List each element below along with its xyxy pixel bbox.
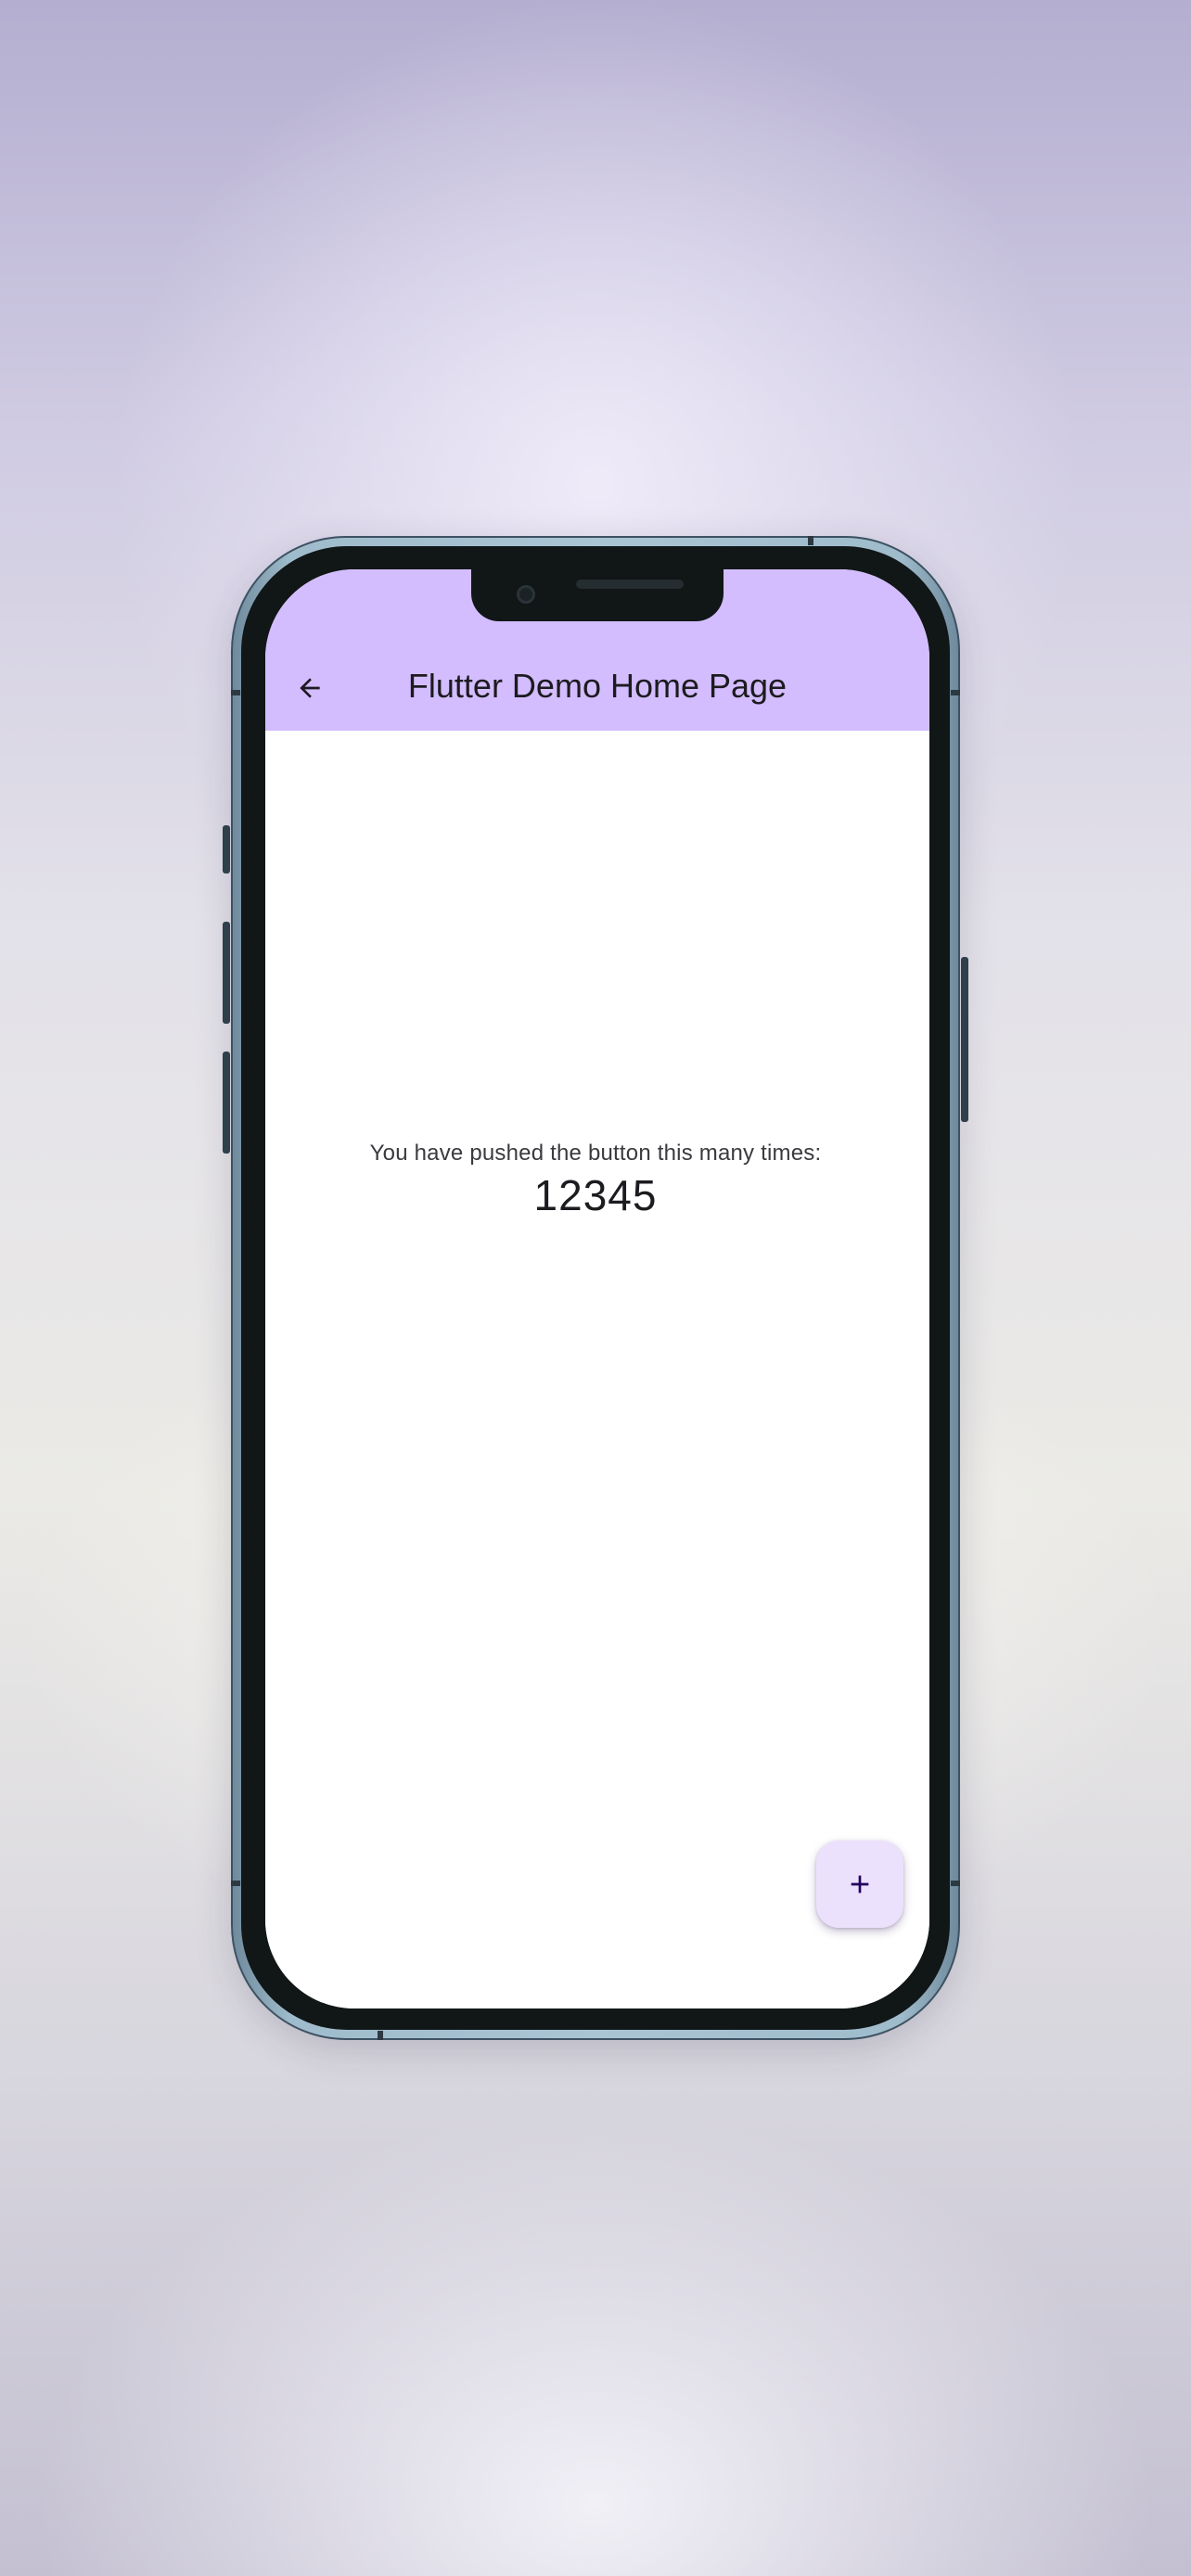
screen: Flutter Demo Home Page [265,569,929,2009]
antenna-band [378,2031,383,2040]
antenna-band [951,690,960,695]
counter-message: You have pushed the button this many tim… [369,1141,822,1166]
notch [471,569,724,621]
earpiece-speaker [576,580,684,589]
phone-frame: Flutter Demo Home Page [223,536,968,2040]
front-camera [517,585,535,604]
power-button [961,957,968,1122]
antenna-band [231,1881,240,1886]
arrow-back-icon [300,678,320,698]
volume-up-button [223,922,230,1024]
antenna-band [231,690,240,695]
volume-down-button [223,1052,230,1154]
content-area [265,731,929,2009]
antenna-band [951,1881,960,1886]
back-button[interactable] [284,662,336,714]
increment-fab[interactable] [816,1841,903,1928]
mute-switch [223,825,230,874]
counter-value: 12345 [533,1171,658,1219]
page-title: Flutter Demo Home Page [407,667,788,705]
plus-icon [851,1875,869,1894]
antenna-band [808,536,813,545]
